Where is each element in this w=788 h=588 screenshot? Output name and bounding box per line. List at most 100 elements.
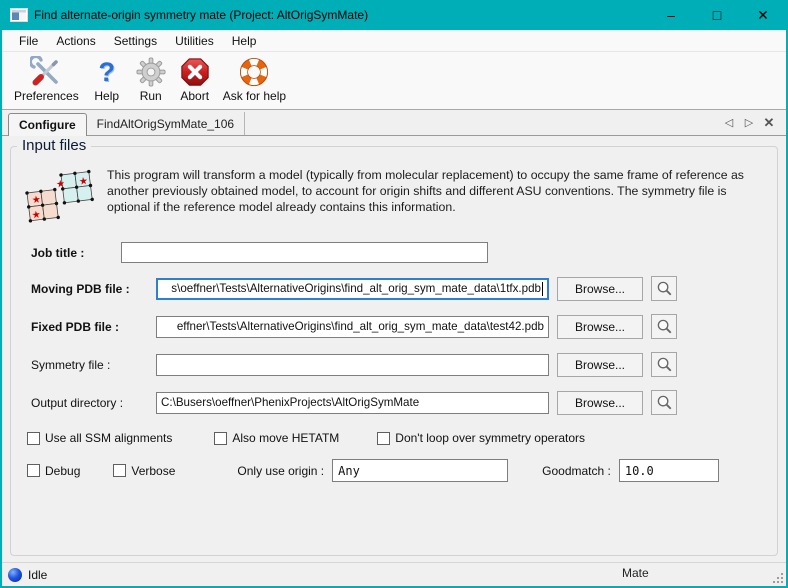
dont-loop-symmetry-operators-checkbox[interactable]: Don't loop over symmetry operators xyxy=(377,431,585,445)
output-directory-value: C:\Busers\oeffner\PhenixProjects\AltOrig… xyxy=(161,396,419,409)
checkbox-box xyxy=(377,432,390,445)
menu-bar: File Actions Settings Utilities Help xyxy=(2,30,786,52)
menu-utilities[interactable]: Utilities xyxy=(166,32,223,50)
resize-grip[interactable] xyxy=(772,572,784,584)
question-icon: ? xyxy=(91,56,123,88)
output-directory-view-button[interactable] xyxy=(651,390,677,415)
magnifier-icon xyxy=(656,394,673,411)
checkbox-label: Debug xyxy=(45,464,80,478)
magnifier-icon xyxy=(656,356,673,373)
tab-configure[interactable]: Configure xyxy=(8,113,87,136)
output-directory-browse-button[interactable]: Browse... xyxy=(557,391,643,415)
minimize-button[interactable]: – xyxy=(648,0,694,30)
abort-button[interactable]: Abort xyxy=(173,55,217,104)
checkbox-box xyxy=(214,432,227,445)
only-use-origin-label: Only use origin : xyxy=(227,464,324,478)
job-title-row: Job title : xyxy=(21,242,767,263)
maximize-button[interactable]: □ xyxy=(694,0,740,30)
output-directory-input[interactable]: C:\Busers\oeffner\PhenixProjects\AltOrig… xyxy=(156,392,549,414)
menu-help[interactable]: Help xyxy=(223,32,266,50)
moving-pdb-input[interactable]: s\oeffner\Tests\AlternativeOrigins\find_… xyxy=(156,278,549,300)
svg-text:★: ★ xyxy=(56,179,66,191)
tab-scroll-left-icon[interactable]: ◁ xyxy=(720,114,738,132)
lattice-diagram-icon: ★ ★ ★ ★ xyxy=(23,169,101,227)
checkbox-box xyxy=(27,464,40,477)
magnifier-icon xyxy=(656,318,673,335)
job-title-label: Job title : xyxy=(21,246,121,260)
ask-for-help-button[interactable]: Ask for help xyxy=(217,55,292,104)
moving-pdb-row: Moving PDB file : s\oeffner\Tests\Altern… xyxy=(21,276,767,301)
svg-text:★: ★ xyxy=(31,194,41,206)
output-directory-label: Output directory : xyxy=(21,396,156,410)
lifebuoy-icon xyxy=(238,56,270,88)
symmetry-file-row: Symmetry file : Browse... xyxy=(21,352,767,377)
close-button[interactable]: ✕ xyxy=(740,0,786,30)
moving-pdb-browse-button[interactable]: Browse... xyxy=(557,277,643,301)
text-caret xyxy=(542,282,543,296)
tab-nav-controls: ◁ ▷ ✕ xyxy=(720,110,786,135)
menu-actions[interactable]: Actions xyxy=(47,32,104,50)
status-bar: Idle Mate xyxy=(2,562,786,586)
checkbox-label: Also move HETATM xyxy=(232,431,339,445)
gear-icon xyxy=(135,56,167,88)
goodmatch-value: 10.0 xyxy=(625,464,654,478)
configure-panel: Input files ★ ★ xyxy=(2,136,786,562)
only-use-origin-input[interactable]: Any xyxy=(332,459,508,482)
run-button[interactable]: Run xyxy=(129,55,173,104)
menu-settings[interactable]: Settings xyxy=(105,32,166,50)
description-row: ★ ★ ★ ★ xyxy=(21,167,767,227)
tab-close-icon[interactable]: ✕ xyxy=(760,114,778,132)
goodmatch-input[interactable]: 10.0 xyxy=(619,459,719,482)
fixed-pdb-browse-button[interactable]: Browse... xyxy=(557,315,643,339)
group-title: Input files xyxy=(17,137,91,154)
checkbox-label: Verbose xyxy=(131,464,175,478)
preferences-button[interactable]: Preferences xyxy=(8,55,85,104)
help-button[interactable]: ? Help xyxy=(85,55,129,104)
output-directory-row: Output directory : C:\Busers\oeffner\Phe… xyxy=(21,390,767,415)
window-controls: – □ ✕ xyxy=(648,0,786,30)
toolbar: Preferences ? Help xyxy=(2,52,786,110)
also-move-hetatm-checkbox[interactable]: Also move HETATM xyxy=(214,431,339,445)
symmetry-file-input[interactable] xyxy=(156,354,549,376)
moving-pdb-value: s\oeffner\Tests\AlternativeOrigins\find_… xyxy=(171,282,541,295)
fixed-pdb-input[interactable]: effner\Tests\AlternativeOrigins\find_alt… xyxy=(156,316,549,338)
help-label: Help xyxy=(94,89,119,103)
tab-strip: Configure FindAltOrigSymMate_106 ◁ ▷ ✕ xyxy=(2,110,786,136)
moving-pdb-view-button[interactable] xyxy=(651,276,677,301)
fixed-pdb-value: effner\Tests\AlternativeOrigins\find_alt… xyxy=(177,320,544,333)
use-all-ssm-alignments-checkbox[interactable]: Use all SSM alignments xyxy=(27,431,172,445)
checkbox-box xyxy=(113,464,126,477)
run-label: Run xyxy=(140,89,162,103)
checkbox-row-1: Use all SSM alignments Also move HETATM … xyxy=(21,431,767,445)
checkbox-label: Use all SSM alignments xyxy=(45,431,172,445)
window-title: Find alternate-origin symmetry mate (Pro… xyxy=(34,8,368,22)
symmetry-file-view-button[interactable] xyxy=(651,352,677,377)
verbose-checkbox[interactable]: Verbose xyxy=(113,464,175,478)
debug-checkbox[interactable]: Debug xyxy=(27,464,80,478)
svg-text:★: ★ xyxy=(78,176,88,188)
magnifier-icon xyxy=(656,280,673,297)
tab-findaltorigsymmate-106[interactable]: FindAltOrigSymMate_106 xyxy=(87,112,245,135)
app-window: Find alternate-origin symmetry mate (Pro… xyxy=(0,0,788,588)
abort-label: Abort xyxy=(180,89,209,103)
tab-scroll-right-icon[interactable]: ▷ xyxy=(740,114,758,132)
moving-pdb-label: Moving PDB file : xyxy=(21,282,156,296)
status-sphere-icon xyxy=(8,568,22,582)
title-bar[interactable]: Find alternate-origin symmetry mate (Pro… xyxy=(2,0,786,30)
app-window-icon xyxy=(10,8,28,22)
svg-text:★: ★ xyxy=(31,210,41,222)
symmetry-file-browse-button[interactable]: Browse... xyxy=(557,353,643,377)
only-use-origin-value: Any xyxy=(338,464,360,478)
job-title-input[interactable] xyxy=(121,242,488,263)
fixed-pdb-label: Fixed PDB file : xyxy=(21,320,156,334)
status-text: Idle xyxy=(28,568,47,582)
symmetry-file-label: Symmetry file : xyxy=(21,358,156,372)
menu-file[interactable]: File xyxy=(10,32,47,50)
ask-for-help-label: Ask for help xyxy=(223,89,286,103)
checkbox-box xyxy=(27,432,40,445)
checkbox-row-2: Debug Verbose Only use origin : Any Good… xyxy=(21,459,767,482)
abort-stop-icon xyxy=(179,56,211,88)
fixed-pdb-view-button[interactable] xyxy=(651,314,677,339)
fixed-pdb-row: Fixed PDB file : effner\Tests\Alternativ… xyxy=(21,314,767,339)
status-right-text: Mate xyxy=(622,566,649,580)
